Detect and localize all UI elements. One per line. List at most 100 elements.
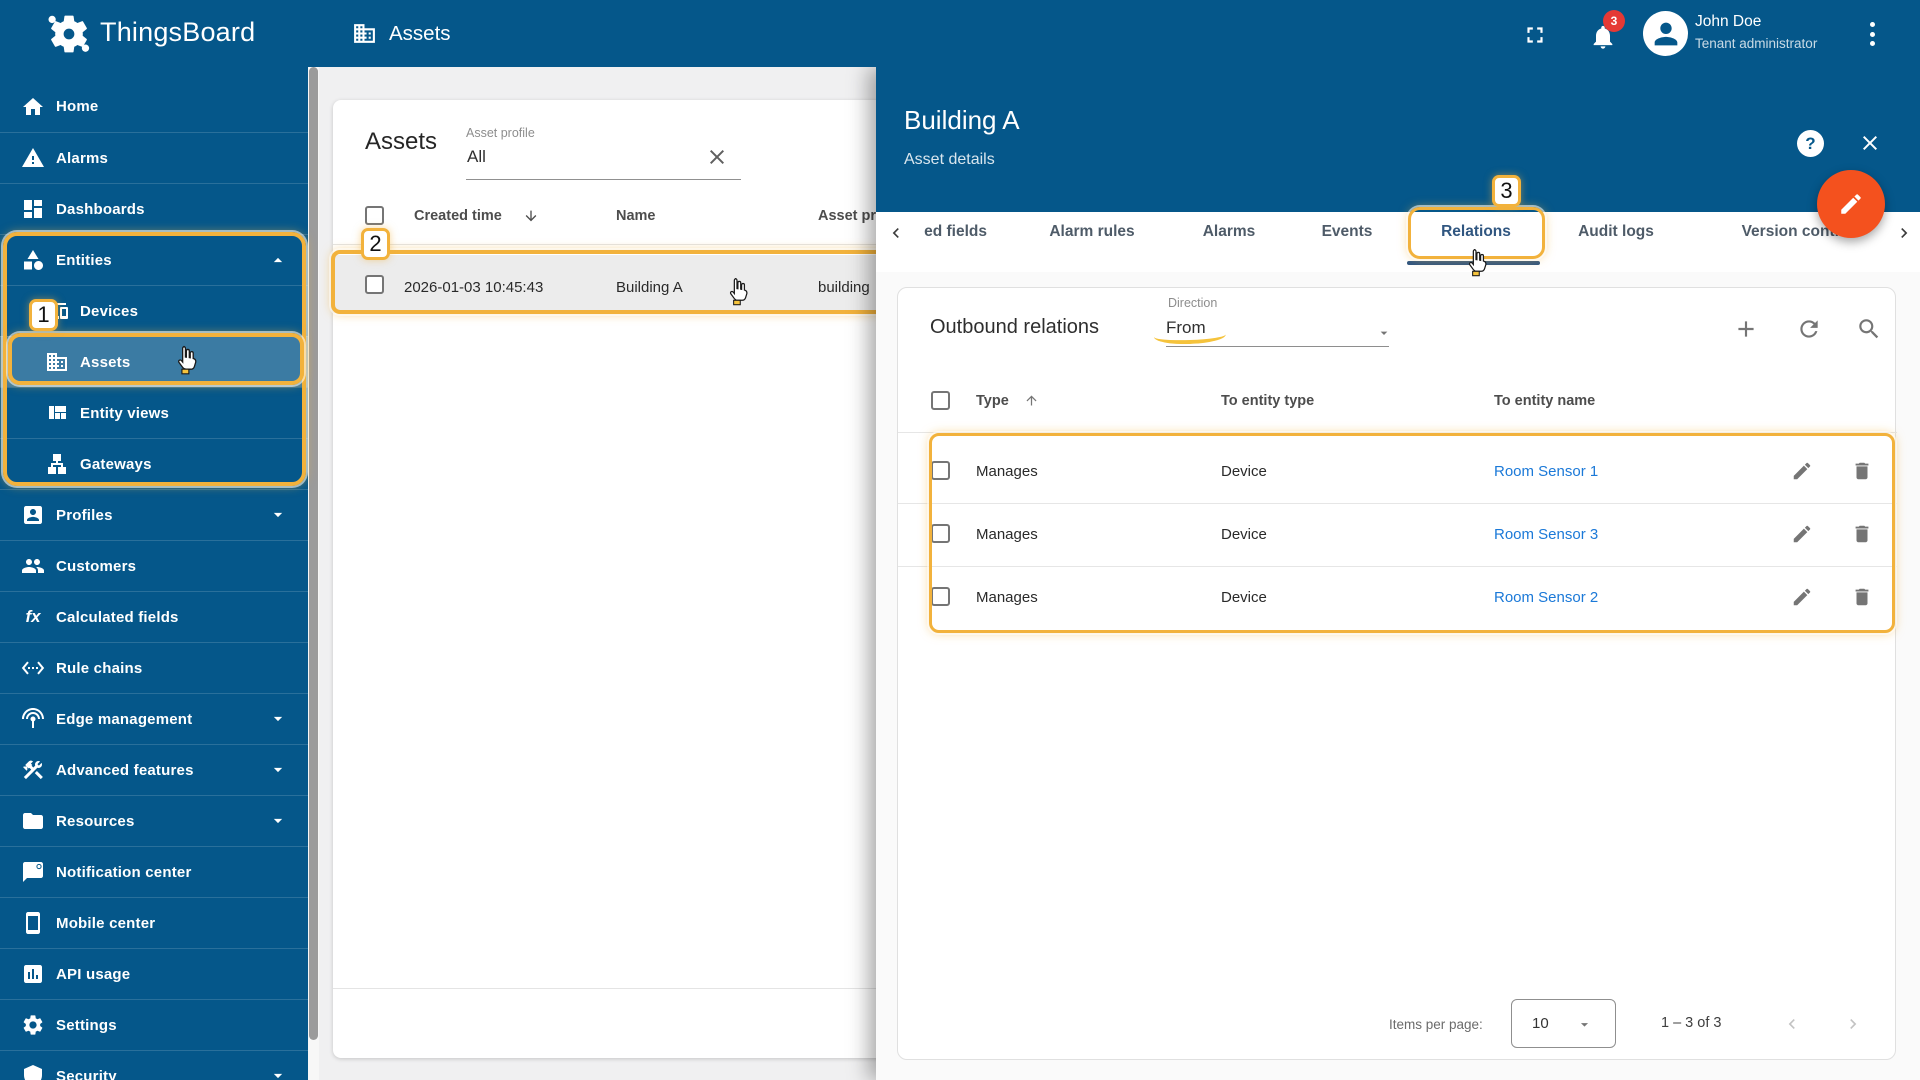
gear-icon bbox=[21, 1013, 45, 1037]
select-all-relations-checkbox[interactable] bbox=[931, 391, 950, 410]
relations-col-to-entity-name[interactable]: To entity name bbox=[1494, 393, 1595, 409]
antenna-icon bbox=[21, 707, 45, 731]
dashboard-icon bbox=[21, 197, 45, 221]
refresh-icon[interactable] bbox=[1796, 316, 1822, 342]
page-building-icon bbox=[352, 21, 377, 46]
sidebar-item-rule-chains[interactable]: Rule chains bbox=[0, 642, 308, 693]
select-all-assets-checkbox[interactable] bbox=[365, 206, 384, 225]
annotation-box-relation-rows bbox=[929, 433, 1895, 633]
sidebar-item-edge-management[interactable]: Edge management bbox=[0, 693, 308, 744]
chevron-down-icon bbox=[268, 1066, 288, 1080]
tab-alarms[interactable]: Alarms bbox=[1203, 223, 1256, 241]
sort-desc-icon[interactable] bbox=[523, 208, 539, 224]
sort-asc-icon[interactable] bbox=[1024, 393, 1039, 408]
app-root: Assets Asset profile All Created time Na… bbox=[0, 0, 1920, 1080]
tabs-scroll-left-icon[interactable] bbox=[886, 223, 906, 243]
sidebar-item-mobile-center[interactable]: Mobile center bbox=[0, 897, 308, 948]
function-icon: fx bbox=[25, 607, 41, 626]
avatar[interactable] bbox=[1643, 11, 1688, 56]
badge-icon bbox=[21, 503, 45, 527]
edit-fab-button[interactable] bbox=[1817, 170, 1885, 238]
sidebar-item-alarms[interactable]: Alarms bbox=[0, 132, 308, 183]
chevron-down-icon bbox=[268, 709, 288, 729]
clear-filter-icon[interactable] bbox=[705, 145, 729, 169]
sidebar-item-notification-center[interactable]: Notification center bbox=[0, 846, 308, 897]
folder-icon bbox=[21, 809, 45, 833]
notification-bubble-icon bbox=[21, 860, 45, 884]
top-header: ThingsBoard Assets 3 John Doe Tenant adm… bbox=[0, 0, 1920, 67]
sidebar-item-advanced-features[interactable]: Advanced features bbox=[0, 744, 308, 795]
annotation-badge-1: 1 bbox=[29, 299, 58, 331]
asset-profile-filter-underline bbox=[466, 179, 741, 180]
panel-subtitle: Asset details bbox=[904, 151, 995, 168]
tools-icon bbox=[21, 758, 45, 782]
brand-name: ThingsBoard bbox=[100, 17, 256, 47]
home-icon bbox=[21, 95, 45, 119]
hand-cursor-asset-row bbox=[727, 276, 750, 306]
asset-profile-filter-value[interactable]: All bbox=[467, 147, 486, 167]
tab-events[interactable]: Events bbox=[1322, 223, 1373, 241]
sidebar-item-resources[interactable]: Resources bbox=[0, 795, 308, 846]
thingsboard-logo-icon bbox=[46, 11, 92, 57]
dropdown-arrow-icon[interactable] bbox=[1376, 325, 1392, 341]
annotation-badge-3: 3 bbox=[1492, 175, 1521, 207]
sidebar-scrollbar[interactable] bbox=[308, 67, 319, 1080]
chart-icon bbox=[21, 962, 45, 986]
next-page-icon[interactable] bbox=[1843, 1014, 1863, 1034]
annotation-underline-from bbox=[1153, 332, 1227, 346]
direction-underline bbox=[1166, 346, 1389, 347]
sidebar-item-home[interactable]: Home bbox=[0, 81, 308, 132]
dropdown-arrow-icon bbox=[1576, 1016, 1593, 1033]
previous-page-icon[interactable] bbox=[1782, 1014, 1802, 1034]
annotation-badge-2: 2 bbox=[361, 228, 390, 260]
sidebar-item-customers[interactable]: Customers bbox=[0, 540, 308, 591]
assets-card-title: Assets bbox=[365, 128, 438, 155]
add-relation-icon[interactable] bbox=[1733, 316, 1759, 342]
warning-icon bbox=[21, 146, 45, 170]
kebab-menu-icon[interactable] bbox=[1864, 20, 1880, 48]
sidebar-item-profiles[interactable]: Profiles bbox=[0, 489, 308, 540]
relations-col-type[interactable]: Type bbox=[976, 393, 1009, 409]
chevron-down-icon bbox=[268, 811, 288, 831]
assets-col-created-time[interactable]: Created time bbox=[414, 208, 502, 224]
user-role: Tenant administrator bbox=[1695, 36, 1818, 51]
tab-alarm-rules[interactable]: Alarm rules bbox=[1049, 223, 1134, 241]
hand-cursor-relations-tab bbox=[1466, 247, 1489, 277]
page-size-select[interactable]: 10 bbox=[1511, 999, 1616, 1048]
notification-count-badge: 3 bbox=[1603, 10, 1625, 32]
fullscreen-icon[interactable] bbox=[1522, 22, 1548, 48]
sidebar-scrollbar-thumb[interactable] bbox=[309, 67, 318, 1040]
annotation-box-assets-item bbox=[8, 333, 304, 385]
smartphone-icon bbox=[21, 911, 45, 935]
shield-icon bbox=[21, 1064, 45, 1080]
page-title: Assets bbox=[389, 22, 451, 45]
sidebar-item-security[interactable]: Security bbox=[0, 1050, 308, 1080]
page-size-value: 10 bbox=[1532, 1015, 1549, 1032]
chevron-down-icon bbox=[268, 760, 288, 780]
relations-col-to-entity-type[interactable]: To entity type bbox=[1221, 393, 1314, 409]
sidebar-item-calculated-fields[interactable]: fx Calculated fields bbox=[0, 591, 308, 642]
sidebar: Home Alarms Dashboards Entities Devices … bbox=[0, 67, 308, 1080]
page-range-label: 1 – 3 of 3 bbox=[1661, 1015, 1722, 1031]
people-icon bbox=[21, 554, 45, 578]
close-icon[interactable] bbox=[1858, 131, 1882, 155]
items-per-page-label: Items per page: bbox=[1389, 1017, 1483, 1032]
assets-col-name[interactable]: Name bbox=[616, 208, 656, 224]
ethernet-icon bbox=[21, 656, 45, 680]
relations-card: Outbound relations Direction From Type T… bbox=[897, 287, 1897, 1060]
tabs-scroll-right-icon[interactable] bbox=[1894, 223, 1914, 243]
help-icon[interactable]: ? bbox=[1797, 130, 1824, 157]
chevron-down-icon bbox=[268, 505, 288, 525]
sidebar-item-settings[interactable]: Settings bbox=[0, 999, 308, 1050]
user-name: John Doe bbox=[1695, 13, 1762, 30]
panel-tab-bar bbox=[876, 212, 1920, 272]
sidebar-item-dashboards[interactable]: Dashboards bbox=[0, 183, 308, 234]
sidebar-item-api-usage[interactable]: API usage bbox=[0, 948, 308, 999]
direction-label: Direction bbox=[1168, 296, 1218, 310]
relations-heading: Outbound relations bbox=[930, 316, 1100, 338]
tab-calculated-fields[interactable]: ed fields bbox=[905, 223, 987, 245]
tab-audit-logs[interactable]: Audit logs bbox=[1578, 223, 1654, 241]
search-icon[interactable] bbox=[1856, 316, 1882, 342]
asset-profile-filter-label: Asset profile bbox=[466, 126, 535, 140]
panel-header: Building A Asset details ? bbox=[876, 67, 1920, 212]
